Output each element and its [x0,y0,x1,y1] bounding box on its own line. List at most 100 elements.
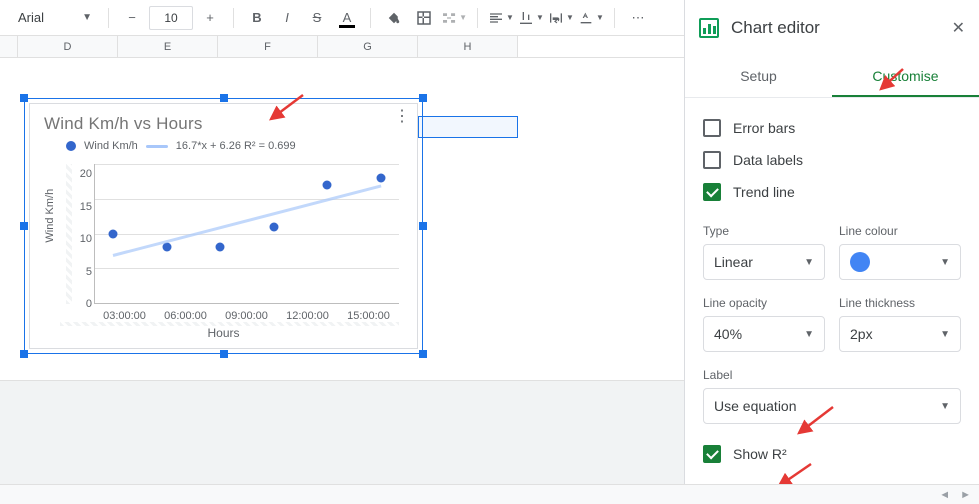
bold-button[interactable]: B [244,5,270,31]
legend-trendline-icon [146,145,168,148]
statusbar: ◄ ► [0,484,979,504]
col-header-E[interactable]: E [118,36,218,57]
align-left-icon [488,10,504,26]
y-tick-labels: 0 5 10 15 20 [74,162,92,304]
checkbox-label: Data labels [733,152,803,168]
separator [108,8,109,28]
plot-area: Wind Km/h 0 5 10 15 20 03:00:00 06:00 [40,162,407,340]
line-opacity-dropdown[interactable]: 40%▼ [703,316,825,352]
trendline-type-dropdown[interactable]: Linear▼ [703,244,825,280]
resize-handle[interactable] [419,94,427,102]
vertical-align-button[interactable]: ▼ [518,5,544,31]
font-family-picker[interactable]: Arial ▼ [10,5,98,31]
legend-trendline-label: 16.7*x + 6.26 R² = 0.699 [176,140,296,152]
tab-customise[interactable]: Customise [832,56,979,97]
field-label: Line opacity [703,296,825,310]
resize-handle[interactable] [220,94,228,102]
font-size-input[interactable]: 10 [149,6,193,30]
chart-selection-frame[interactable]: ⋮ Wind Km/h vs Hours Wind Km/h 16.7*x + … [24,98,423,354]
separator [233,8,234,28]
panel-tabs: Setup Customise [685,56,979,98]
strikethrough-button[interactable]: S [304,5,330,31]
column-headers: D E F G H [0,36,684,58]
italic-button[interactable]: I [274,5,300,31]
panel-body: Error bars Data labels Trend line Type L… [685,98,979,484]
resize-handle[interactable] [220,350,228,358]
legend-marker-icon [66,141,76,151]
text-rotation-button[interactable]: ▼ [578,5,604,31]
field-label: Line thickness [839,296,961,310]
resize-handle[interactable] [20,94,28,102]
borders-icon [415,9,433,27]
resize-handle[interactable] [419,222,427,230]
checkbox-icon [703,119,721,137]
legend-series-label: Wind Km/h [84,140,138,152]
line-thickness-dropdown[interactable]: 2px▼ [839,316,961,352]
caret-down-icon: ▼ [940,401,950,412]
field-label: Line colour [839,224,961,238]
merge-cells-button[interactable]: ▼ [441,5,467,31]
checkbox-label: Show R² [733,446,787,462]
caret-down-icon: ▼ [804,329,814,340]
plot-grid [94,164,399,304]
horizontal-align-button[interactable]: ▼ [488,5,514,31]
checkbox-show-r2[interactable]: Show R² [703,438,961,470]
col-header-H[interactable]: H [418,36,518,57]
selected-cell-outline [418,116,518,138]
caret-down-icon: ▼ [940,257,950,268]
data-point [269,222,278,231]
checkbox-checked-icon [703,445,721,463]
plot-hatch [66,164,72,304]
merge-icon [441,9,457,27]
borders-button[interactable] [411,5,437,31]
col-header-G[interactable]: G [318,36,418,57]
more-toolbar-button[interactable]: ⋯ [625,5,651,31]
checkbox-icon [703,151,721,169]
chart-menu-button[interactable]: ⋮ [394,110,409,124]
paint-bucket-icon [385,9,403,27]
checkbox-data-labels[interactable]: Data labels [703,144,961,176]
resize-handle[interactable] [20,350,28,358]
data-point [377,173,386,182]
resize-handle[interactable] [20,222,28,230]
caret-down-icon: ▼ [940,329,950,340]
sheet-footer-gap [0,380,684,484]
y-axis-title: Wind Km/h [44,189,56,243]
rotation-icon [578,10,594,26]
resize-handle[interactable] [419,350,427,358]
tab-setup[interactable]: Setup [685,56,832,97]
close-panel-button[interactable]: ✕ [952,18,965,38]
col-header-F[interactable]: F [218,36,318,57]
x-axis-title: Hours [40,326,407,340]
checkbox-label: Error bars [733,120,795,136]
text-color-button[interactable]: A [334,5,360,31]
line-colour-dropdown[interactable]: ▼ [839,244,961,280]
text-wrap-button[interactable]: ▼ [548,5,574,31]
checkbox-error-bars[interactable]: Error bars [703,112,961,144]
font-size-increase[interactable]: + [197,5,223,31]
field-label: Type [703,224,825,238]
panel-title: Chart editor [731,18,820,38]
scroll-left-icon[interactable]: ◄ [939,489,950,501]
chart-editor-panel: Chart editor ✕ Setup Customise Error bar… [684,0,979,484]
chart-title: Wind Km/h vs Hours [36,114,411,134]
font-family-value: Arial [18,10,44,25]
wrap-icon [548,10,564,26]
data-point [216,243,225,252]
checkbox-label: Trend line [733,184,795,200]
caret-down-icon: ▼ [82,12,92,23]
col-header-D[interactable]: D [18,36,118,57]
valign-icon [518,10,534,26]
scroll-right-icon[interactable]: ► [960,489,971,501]
colour-swatch-icon [850,252,870,272]
checkbox-trend-line[interactable]: Trend line [703,176,961,208]
data-point [323,180,332,189]
font-size-decrease[interactable]: − [119,5,145,31]
trendline-label-dropdown[interactable]: Use equation▼ [703,388,961,424]
fill-color-button[interactable] [381,5,407,31]
data-point [109,229,118,238]
checkbox-checked-icon [703,183,721,201]
x-tick-labels: 03:00:00 06:00:00 09:00:00 12:00:00 15:0… [94,310,399,322]
chart-legend: Wind Km/h 16.7*x + 6.26 R² = 0.699 [36,134,411,158]
embedded-chart[interactable]: ⋮ Wind Km/h vs Hours Wind Km/h 16.7*x + … [29,103,418,349]
